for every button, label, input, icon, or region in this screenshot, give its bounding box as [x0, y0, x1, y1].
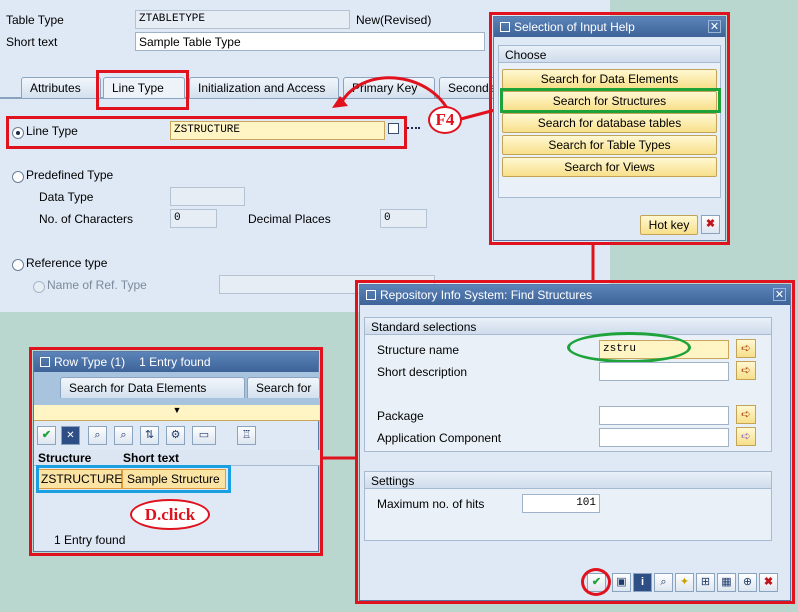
- short-text-field[interactable]: Sample Table Type: [135, 32, 485, 51]
- data-type-label: Data Type: [39, 190, 94, 204]
- num-chars-field[interactable]: 0: [170, 209, 217, 228]
- status-label: New(Revised): [356, 13, 432, 27]
- f4-annotation: F4: [428, 106, 462, 134]
- predefined-radio[interactable]: [12, 169, 24, 183]
- reference-label: Reference type: [26, 256, 108, 270]
- highlight-find-structures-dialog: [355, 280, 795, 604]
- tab-initialization-access[interactable]: Initialization and Access: [189, 77, 339, 98]
- reference-radio[interactable]: [12, 257, 24, 271]
- ref-name-label: Name of Ref. Type: [47, 278, 147, 292]
- highlight-row-type-dialog: [29, 347, 323, 556]
- short-text-label: Short text: [6, 35, 58, 49]
- predefined-label: Predefined Type: [26, 168, 114, 182]
- decimal-field[interactable]: 0: [380, 209, 427, 228]
- highlight-input-help-dialog: [489, 12, 730, 245]
- num-chars-label: No. of Characters: [39, 212, 134, 226]
- data-type-field[interactable]: [170, 187, 245, 206]
- highlight-line-type-tab: [96, 70, 189, 110]
- table-type-field[interactable]: ZTABLETYPE: [135, 10, 350, 29]
- decimal-label: Decimal Places: [248, 212, 331, 226]
- ref-name-radio: [33, 279, 45, 293]
- tab-attributes[interactable]: Attributes: [21, 77, 101, 98]
- table-type-label: Table Type: [6, 13, 64, 27]
